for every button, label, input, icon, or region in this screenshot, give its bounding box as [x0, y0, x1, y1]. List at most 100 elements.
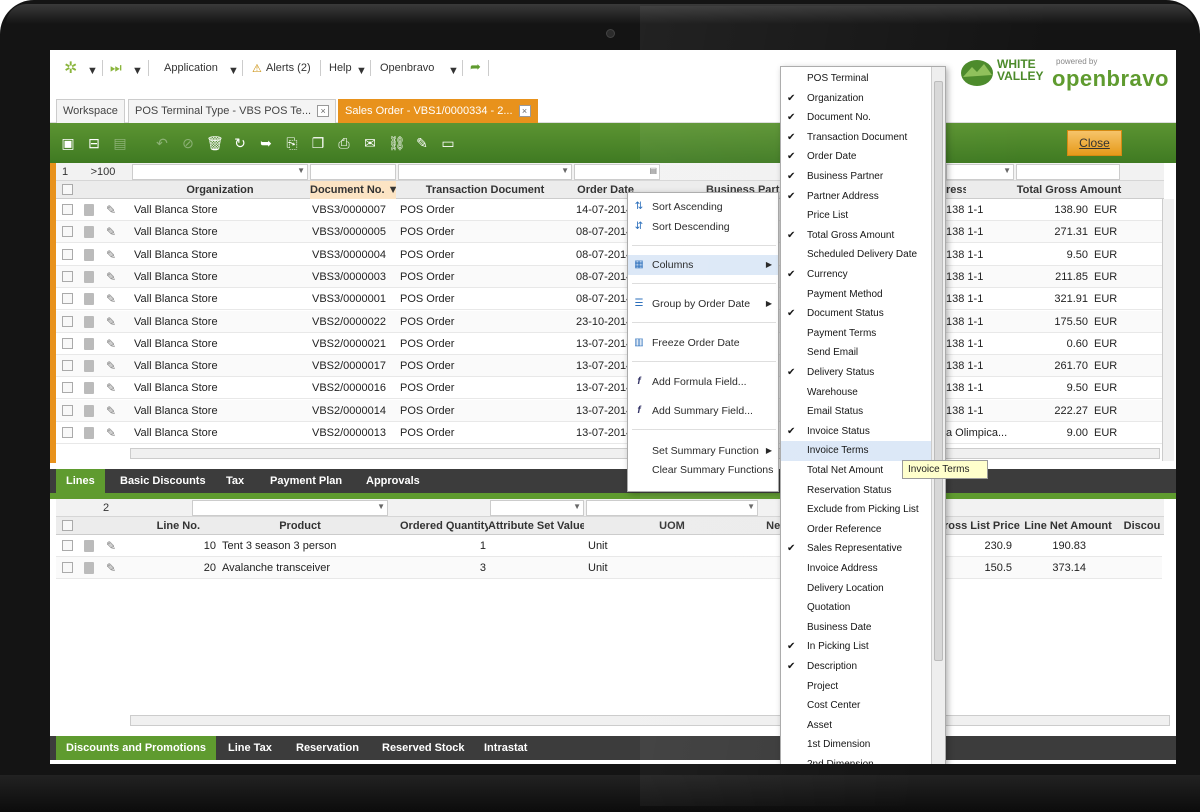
uom-filter[interactable]: ▼ [586, 500, 758, 516]
column-toggle-item[interactable]: Cost Center [781, 696, 931, 716]
close-button[interactable]: Close [1067, 130, 1122, 156]
table-row[interactable]: ✎ 10 Tent 3 season 3 person 1 Unit 230.9 190.8… [56, 535, 1162, 557]
new-record-icon[interactable]: ▣ [60, 135, 76, 151]
table-row[interactable]: ✎ Vall Blanca Store VBS3/0000003 POS Order 0… [56, 265, 1162, 288]
cancel-icon[interactable]: ⊘ [180, 135, 196, 151]
tab-discounts-promotions[interactable]: Discounts and Promotions [56, 736, 216, 760]
column-toggle-item[interactable]: Warehouse [781, 383, 931, 403]
open-record-icon[interactable] [84, 562, 94, 574]
tab-workspace[interactable]: Workspace [56, 99, 125, 123]
row-checkbox[interactable] [62, 360, 73, 372]
tab-approvals[interactable]: Approvals [356, 469, 430, 493]
table-row[interactable]: ✎ Vall Blanca Store VBS2/0000014 POS Order 1… [56, 399, 1162, 422]
row-checkbox[interactable] [62, 427, 73, 438]
table-row[interactable]: ✎ 20 Avalanche transceiver 3 Unit 150.5 373.14 [56, 557, 1162, 579]
tab-sales-order[interactable]: Sales Order - VBS1/0000334 - 2... × [338, 99, 538, 123]
print-icon[interactable]: ⎙ [336, 135, 352, 151]
table-row[interactable]: ✎ Vall Blanca Store VBS2/0000017 POS Order 1… [56, 355, 1162, 378]
row-checkbox[interactable] [62, 404, 73, 416]
row-checkbox[interactable] [62, 562, 73, 573]
column-toggle-item[interactable]: Reservation Status [781, 481, 931, 501]
column-toggle-item[interactable]: ✔ Organization [781, 89, 931, 109]
column-toggle-item[interactable]: 1st Dimension [781, 735, 931, 755]
column-toggle-item[interactable]: ✔ Document Status [781, 304, 931, 324]
column-header-line-net-amount[interactable]: Line Net Amount [1024, 517, 1112, 535]
product-filter[interactable]: ▼ [192, 500, 388, 516]
open-record-icon[interactable] [84, 270, 94, 283]
tab-reservation[interactable]: Reservation [286, 736, 369, 760]
column-toggle-item[interactable]: ✔ Description [781, 657, 931, 677]
scroll-thumb[interactable] [934, 81, 943, 661]
new-row-icon[interactable]: ⊟ [86, 135, 102, 151]
menu-item-add-formula[interactable]: f Add Formula Field... [628, 372, 778, 392]
open-record-icon[interactable] [84, 337, 94, 350]
document-no-filter[interactable] [310, 164, 396, 180]
link-icon[interactable]: ⛓ [388, 135, 406, 151]
edit-row-icon[interactable]: ✎ [106, 248, 116, 262]
edit-row-icon[interactable]: ✎ [106, 561, 116, 575]
table-row[interactable]: ✎ Vall Blanca Store VBS3/0000001 POS Order 0… [56, 288, 1162, 311]
tab-lines[interactable]: Lines [56, 469, 105, 493]
row-checkbox[interactable] [62, 293, 73, 305]
edit-row-icon[interactable]: ✎ [106, 539, 116, 553]
address-filter[interactable]: ▼ [946, 164, 1014, 180]
application-menu[interactable]: Application [164, 62, 218, 74]
email-icon[interactable]: ✉ [362, 135, 378, 151]
tab-line-tax[interactable]: Line Tax [218, 736, 282, 760]
close-tab-icon[interactable]: × [317, 105, 330, 117]
column-toggle-item[interactable]: Delivery Location [781, 579, 931, 599]
user-menu[interactable]: Openbravo [380, 62, 434, 74]
menu-item-freeze[interactable]: ▥ Freeze Order Date [628, 333, 778, 353]
column-toggle-item[interactable]: Price List [781, 206, 931, 226]
delete-icon[interactable]: 🗑 [206, 135, 224, 151]
tab-tax[interactable]: Tax [216, 469, 254, 493]
table-row[interactable]: ✎ Vall Blanca Store VBS3/0000004 POS Order 0… [56, 243, 1162, 266]
attachment-icon[interactable]: ⎘ [284, 135, 300, 151]
column-header-discount[interactable]: Discou [1122, 517, 1162, 535]
copy-record-icon[interactable]: ❐ [310, 135, 326, 151]
vertical-scrollbar[interactable] [1162, 199, 1174, 461]
column-toggle-item[interactable]: ✔ Invoice Status [781, 422, 931, 442]
edit-row-icon[interactable]: ✎ [106, 426, 116, 440]
column-header-transaction-document[interactable]: Transaction Document [398, 181, 572, 199]
menu-item-group-by[interactable]: ☰ Group by Order Date ▶ [628, 294, 778, 314]
save-icon[interactable]: ▤ [112, 135, 128, 151]
column-toggle-item[interactable]: Scheduled Delivery Date [781, 245, 931, 265]
edit-row-icon[interactable]: ✎ [106, 337, 116, 351]
open-record-icon[interactable] [84, 427, 94, 439]
column-toggle-item[interactable]: Invoice Address [781, 559, 931, 579]
column-header-product[interactable]: Product [202, 517, 398, 535]
chevron-down-icon[interactable]: ▼ [356, 65, 367, 77]
table-row[interactable]: ✎ Vall Blanca Store VBS3/0000007 POS Order 1… [56, 199, 1162, 221]
undo-icon[interactable]: ↶ [154, 135, 170, 151]
grid-view-icon[interactable]: ▭ [440, 135, 456, 151]
edit-row-icon[interactable]: ✎ [106, 404, 116, 418]
tab-intrastat[interactable]: Intrastat [474, 736, 537, 760]
column-toggle-item[interactable]: Exclude from Picking List [781, 500, 931, 520]
column-toggle-item[interactable]: ✔ In Picking List [781, 637, 931, 657]
open-record-icon[interactable] [84, 382, 94, 395]
column-toggle-item[interactable]: Payment Method [781, 285, 931, 305]
edit-row-icon[interactable]: ✎ [106, 381, 116, 395]
open-record-icon[interactable] [84, 226, 94, 239]
menu-item-clear-summary[interactable]: Clear Summary Functions [628, 460, 778, 480]
logout-icon[interactable]: ➦ [470, 59, 481, 75]
edit-row-icon[interactable]: ✎ [106, 292, 116, 306]
row-checkbox[interactable] [62, 315, 73, 327]
close-tab-icon[interactable]: × [518, 105, 531, 117]
column-toggle-item[interactable]: Invoice Terms [781, 441, 931, 461]
export-icon[interactable]: ➥ [258, 135, 274, 151]
open-record-icon[interactable] [84, 248, 94, 261]
column-header-organization[interactable]: Organization [132, 181, 308, 199]
column-toggle-item[interactable]: Order Reference [781, 520, 931, 540]
audit-icon[interactable]: ✎ [414, 135, 430, 151]
total-gross-filter[interactable] [1016, 164, 1120, 180]
column-toggle-item[interactable]: ✔ Partner Address [781, 187, 931, 207]
row-checkbox[interactable] [62, 226, 73, 238]
menu-item-sort-ascending[interactable]: ⇅ Sort Ascending [628, 197, 778, 217]
table-row[interactable]: ✎ Vall Blanca Store VBS3/0000005 POS Order 0… [56, 221, 1162, 244]
open-record-icon[interactable] [84, 404, 94, 417]
column-toggle-item[interactable]: ✔ Document No. [781, 108, 931, 128]
menu-item-sort-descending[interactable]: ⇵ Sort Descending [628, 217, 778, 237]
help-menu[interactable]: Help [329, 62, 352, 74]
